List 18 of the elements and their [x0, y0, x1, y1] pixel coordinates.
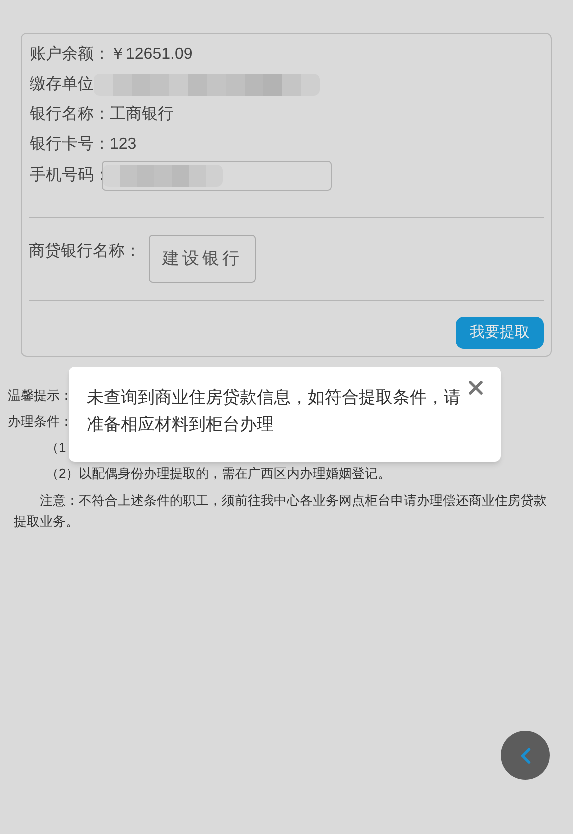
- note-text: （1: [46, 439, 66, 457]
- field-label: 商贷银行名称：: [29, 242, 141, 262]
- withdraw-button[interactable]: 我要提取: [456, 317, 544, 349]
- note-text: 办理条件：: [8, 413, 73, 431]
- field-label: 账户余额：: [30, 45, 110, 65]
- field-label: 银行名称：: [30, 105, 110, 125]
- field-value: 工商银行: [110, 105, 174, 125]
- back-button[interactable]: [501, 731, 550, 780]
- note-text: 注意：不符合上述条件的职工，须前往我中心各业务网点柜台申请办理偿还商业住房贷款提取业务。: [13, 492, 548, 531]
- field-value: 123: [110, 135, 137, 155]
- field-label: 银行卡号：: [30, 135, 110, 155]
- note-text: 温馨提示：: [8, 387, 73, 405]
- phone-input-field[interactable]: [102, 161, 332, 191]
- note-text: （2）以配偶身份办理提取的，需在广西区内办理婚姻登记。: [46, 465, 392, 483]
- field-value: ￥12651.09: [110, 45, 193, 65]
- alert-message: 未查询到商业住房贷款信息，如符合提取条件，请准备相应材料到柜台办理: [87, 387, 462, 436]
- field-label: 缴存单位: [30, 75, 94, 95]
- bank-option[interactable]: 建设银行: [149, 235, 256, 283]
